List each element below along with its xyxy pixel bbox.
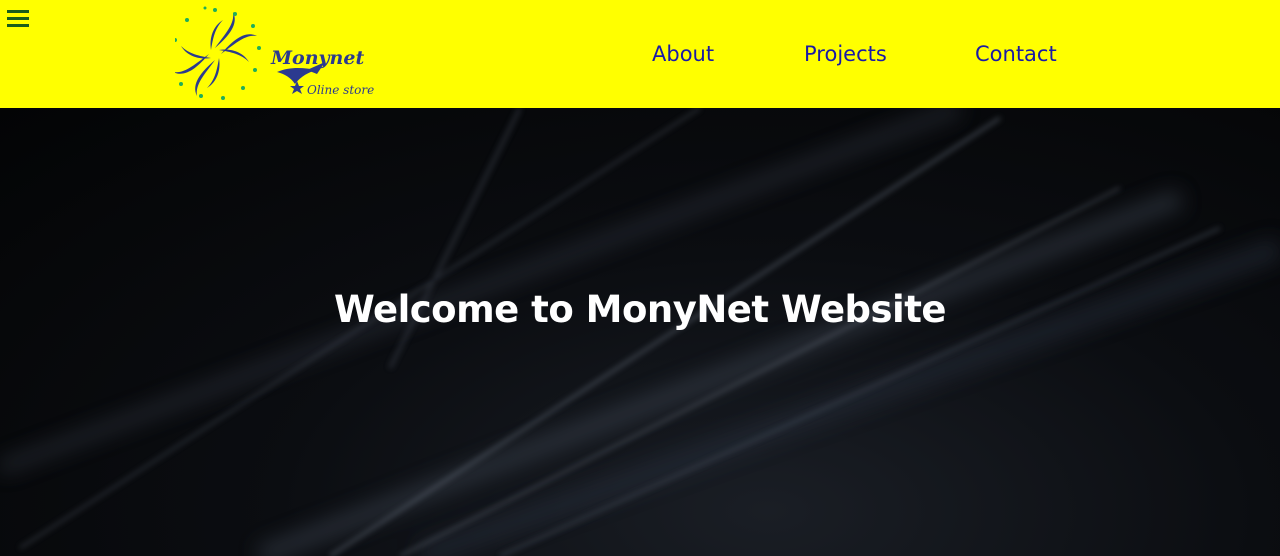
site-header: Monynet Oline store About Projects Conta… <box>0 0 1280 108</box>
hero-title: Welcome to MonyNet Website <box>333 287 947 331</box>
brand-logo[interactable]: Monynet Oline store <box>169 6 385 102</box>
nav-link-contact[interactable]: Contact <box>975 40 1057 68</box>
hamburger-menu-icon[interactable] <box>7 8 29 28</box>
logo-tagline-text: Oline store <box>307 83 374 97</box>
hero-background-streaks <box>0 108 1280 556</box>
nav-link-projects[interactable]: Projects <box>804 40 887 68</box>
logo-swirl-icon <box>169 6 261 100</box>
hero-banner: Welcome to MonyNet Website <box>0 108 1280 556</box>
nav-link-about[interactable]: About <box>652 40 714 68</box>
